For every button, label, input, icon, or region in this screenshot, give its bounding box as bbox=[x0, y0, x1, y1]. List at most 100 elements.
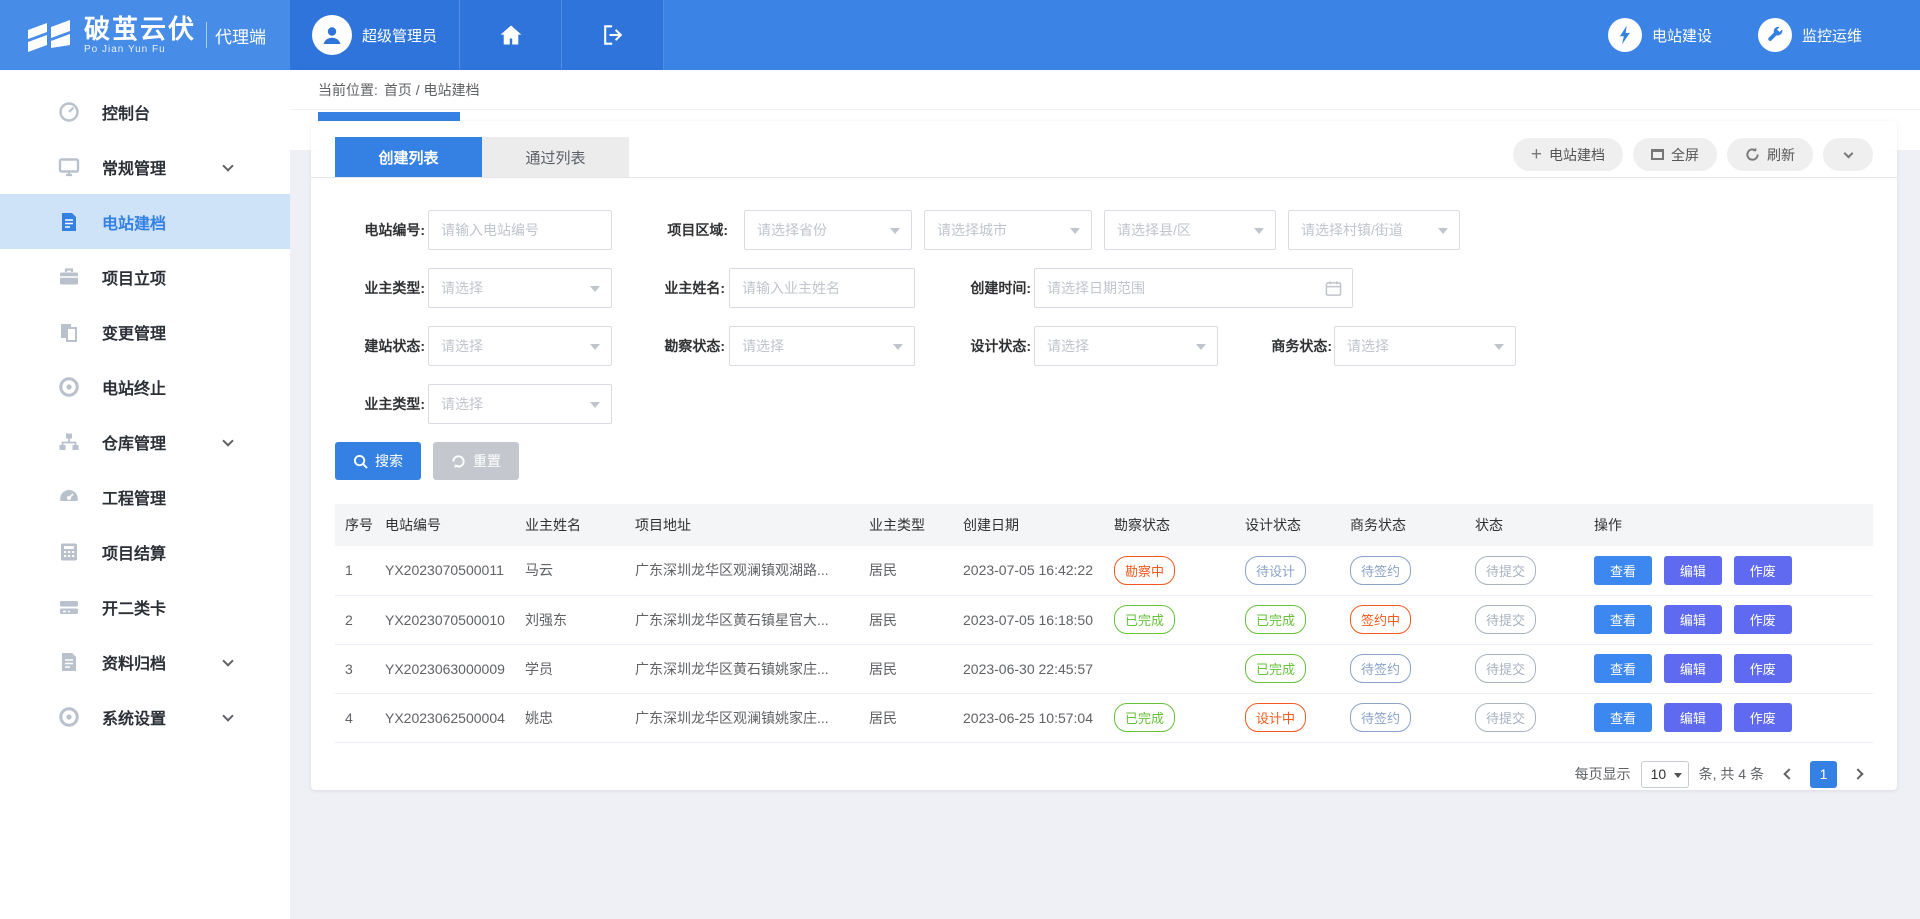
edit-button[interactable]: 编辑 bbox=[1664, 556, 1722, 585]
caret-icon bbox=[1254, 228, 1264, 234]
sidebar-item-type2-card[interactable]: 开二类卡 bbox=[0, 579, 290, 634]
business-status-select[interactable]: 请选择 bbox=[1334, 326, 1516, 366]
sidebar-item-project-settlement[interactable]: 项目结算 bbox=[0, 524, 290, 579]
collapse-button[interactable] bbox=[1823, 138, 1873, 171]
caret-icon bbox=[893, 344, 903, 350]
reset-button[interactable]: 重置 bbox=[433, 442, 519, 480]
per-page-select[interactable]: 10 bbox=[1641, 761, 1689, 788]
col-header: 操作 bbox=[1584, 504, 1873, 546]
create-station-button[interactable]: + 电站建档 bbox=[1513, 138, 1623, 171]
filter-label: 业主类型: bbox=[335, 384, 425, 424]
user-menu[interactable]: 超级管理员 bbox=[290, 0, 460, 70]
sidebar-item-system-settings[interactable]: 系统设置 bbox=[0, 689, 290, 744]
col-header: 创建日期 bbox=[953, 504, 1104, 546]
town-select[interactable]: 请选择村镇/街道 bbox=[1288, 210, 1460, 250]
design-status-select[interactable]: 请选择 bbox=[1034, 326, 1218, 366]
province-select[interactable]: 请选择省份 bbox=[744, 210, 912, 250]
sidebar-item-station-termination[interactable]: 电站终止 bbox=[0, 359, 290, 414]
table-header-row: 序号 电站编号 业主姓名 项目地址 业主类型 创建日期 勘察状态 设计状态 商务… bbox=[335, 504, 1873, 546]
filter-label: 创建时间: bbox=[941, 268, 1031, 308]
col-header: 序号 bbox=[335, 504, 375, 546]
col-header: 勘察状态 bbox=[1104, 504, 1235, 546]
sidebar-item-station-archive[interactable]: 电站建档 bbox=[0, 194, 290, 249]
city-select[interactable]: 请选择城市 bbox=[924, 210, 1092, 250]
station-code-input[interactable] bbox=[428, 210, 612, 250]
chevron-down-icon bbox=[222, 710, 233, 721]
build-status-select[interactable]: 请选择 bbox=[428, 326, 612, 366]
date-range-picker[interactable]: 请选择日期范围 bbox=[1034, 268, 1353, 308]
status-badge: 待提交 bbox=[1475, 654, 1536, 683]
view-button[interactable]: 查看 bbox=[1594, 605, 1652, 634]
caret-icon bbox=[1438, 228, 1448, 234]
calendar-icon bbox=[1325, 280, 1342, 297]
void-button[interactable]: 作废 bbox=[1734, 703, 1792, 732]
view-button[interactable]: 查看 bbox=[1594, 556, 1652, 585]
calculator-icon bbox=[58, 541, 80, 563]
caret-icon bbox=[590, 402, 600, 408]
owner-name-input[interactable] bbox=[729, 268, 915, 308]
topbar-spacer bbox=[664, 0, 1608, 70]
next-page-button[interactable] bbox=[1847, 761, 1873, 787]
top-bar: 破茧云伏 Po Jian Yun Fu 代理端 超级管理员 bbox=[0, 0, 1920, 70]
owner-type2-select[interactable]: 请选择 bbox=[428, 384, 612, 424]
view-button[interactable]: 查看 bbox=[1594, 654, 1652, 683]
prev-page-button[interactable] bbox=[1774, 761, 1800, 787]
chevron-left-icon bbox=[1783, 768, 1794, 779]
breadcrumb: 当前位置: 首页 / 电站建档 bbox=[290, 70, 1920, 110]
edit-button[interactable]: 编辑 bbox=[1664, 605, 1722, 634]
sidebar-item-dashboard[interactable]: 控制台 bbox=[0, 84, 290, 139]
status-badge: 已完成 bbox=[1245, 605, 1306, 634]
col-header: 电站编号 bbox=[375, 504, 515, 546]
tab-passed-list[interactable]: 通过列表 bbox=[482, 137, 629, 177]
survey-status-select[interactable]: 请选择 bbox=[729, 326, 915, 366]
shortcut-label: 电站建设 bbox=[1652, 25, 1712, 46]
search-button[interactable]: 搜索 bbox=[335, 442, 421, 480]
sidebar-item-project-initiation[interactable]: 项目立项 bbox=[0, 249, 290, 304]
view-button[interactable]: 查看 bbox=[1594, 703, 1652, 732]
station-table: 序号 电站编号 业主姓名 项目地址 业主类型 创建日期 勘察状态 设计状态 商务… bbox=[335, 504, 1873, 743]
void-button[interactable]: 作废 bbox=[1734, 556, 1792, 585]
sidebar: 控制台 常规管理 电站建档 项目立项 变更管理 bbox=[0, 70, 290, 919]
edit-button[interactable]: 编辑 bbox=[1664, 703, 1722, 732]
caret-icon bbox=[590, 286, 600, 292]
brand-logo: 破茧云伏 Po Jian Yun Fu 代理端 bbox=[0, 0, 290, 70]
chevron-down-icon bbox=[222, 435, 233, 446]
filter-label: 设计状态: bbox=[941, 326, 1031, 366]
caret-icon bbox=[1494, 344, 1504, 350]
filter-label: 电站编号: bbox=[335, 210, 425, 250]
sidebar-item-data-archive[interactable]: 资料归档 bbox=[0, 634, 290, 689]
caret-icon bbox=[1070, 228, 1080, 234]
chevron-down-icon bbox=[222, 160, 233, 171]
refresh-button[interactable]: 刷新 bbox=[1727, 138, 1813, 171]
monitor-icon bbox=[58, 156, 80, 178]
edit-button[interactable]: 编辑 bbox=[1664, 654, 1722, 683]
sidebar-item-warehouse-mgmt[interactable]: 仓库管理 bbox=[0, 414, 290, 469]
sidebar-item-change-mgmt[interactable]: 变更管理 bbox=[0, 304, 290, 359]
tab-create-list[interactable]: 创建列表 bbox=[335, 137, 482, 177]
home-button[interactable] bbox=[460, 0, 562, 70]
shortcut-monitor-ops[interactable]: 监控运维 bbox=[1758, 18, 1862, 52]
main-content: 当前位置: 首页 / 电站建档 电站建档 创建列表 通过列表 + 电站建档 全屏 bbox=[290, 70, 1920, 919]
page-number-current[interactable]: 1 bbox=[1810, 761, 1837, 788]
copy-icon bbox=[58, 321, 80, 343]
dashboard-icon bbox=[58, 101, 80, 123]
logout-button[interactable] bbox=[562, 0, 664, 70]
status-badge: 待提交 bbox=[1475, 605, 1536, 634]
status-badge: 签约中 bbox=[1350, 605, 1411, 634]
fullscreen-button[interactable]: 全屏 bbox=[1633, 138, 1717, 171]
status-badge: 勘察中 bbox=[1114, 556, 1175, 585]
sidebar-item-general-mgmt[interactable]: 常规管理 bbox=[0, 139, 290, 194]
wrench-icon bbox=[1758, 18, 1792, 52]
fullscreen-icon bbox=[1651, 149, 1664, 160]
user-name: 超级管理员 bbox=[362, 25, 437, 46]
void-button[interactable]: 作废 bbox=[1734, 654, 1792, 683]
sidebar-item-engineering-mgmt[interactable]: 工程管理 bbox=[0, 469, 290, 524]
sitemap-icon bbox=[58, 431, 80, 453]
status-badge: 待提交 bbox=[1475, 556, 1536, 585]
owner-type-select[interactable]: 请选择 bbox=[428, 268, 612, 308]
county-select[interactable]: 请选择县/区 bbox=[1104, 210, 1276, 250]
shortcut-station-build[interactable]: 电站建设 bbox=[1608, 18, 1712, 52]
total-count-label: 条, 共 4 条 bbox=[1699, 764, 1764, 784]
breadcrumb-path[interactable]: 首页 / 电站建档 bbox=[384, 80, 480, 100]
void-button[interactable]: 作废 bbox=[1734, 605, 1792, 634]
